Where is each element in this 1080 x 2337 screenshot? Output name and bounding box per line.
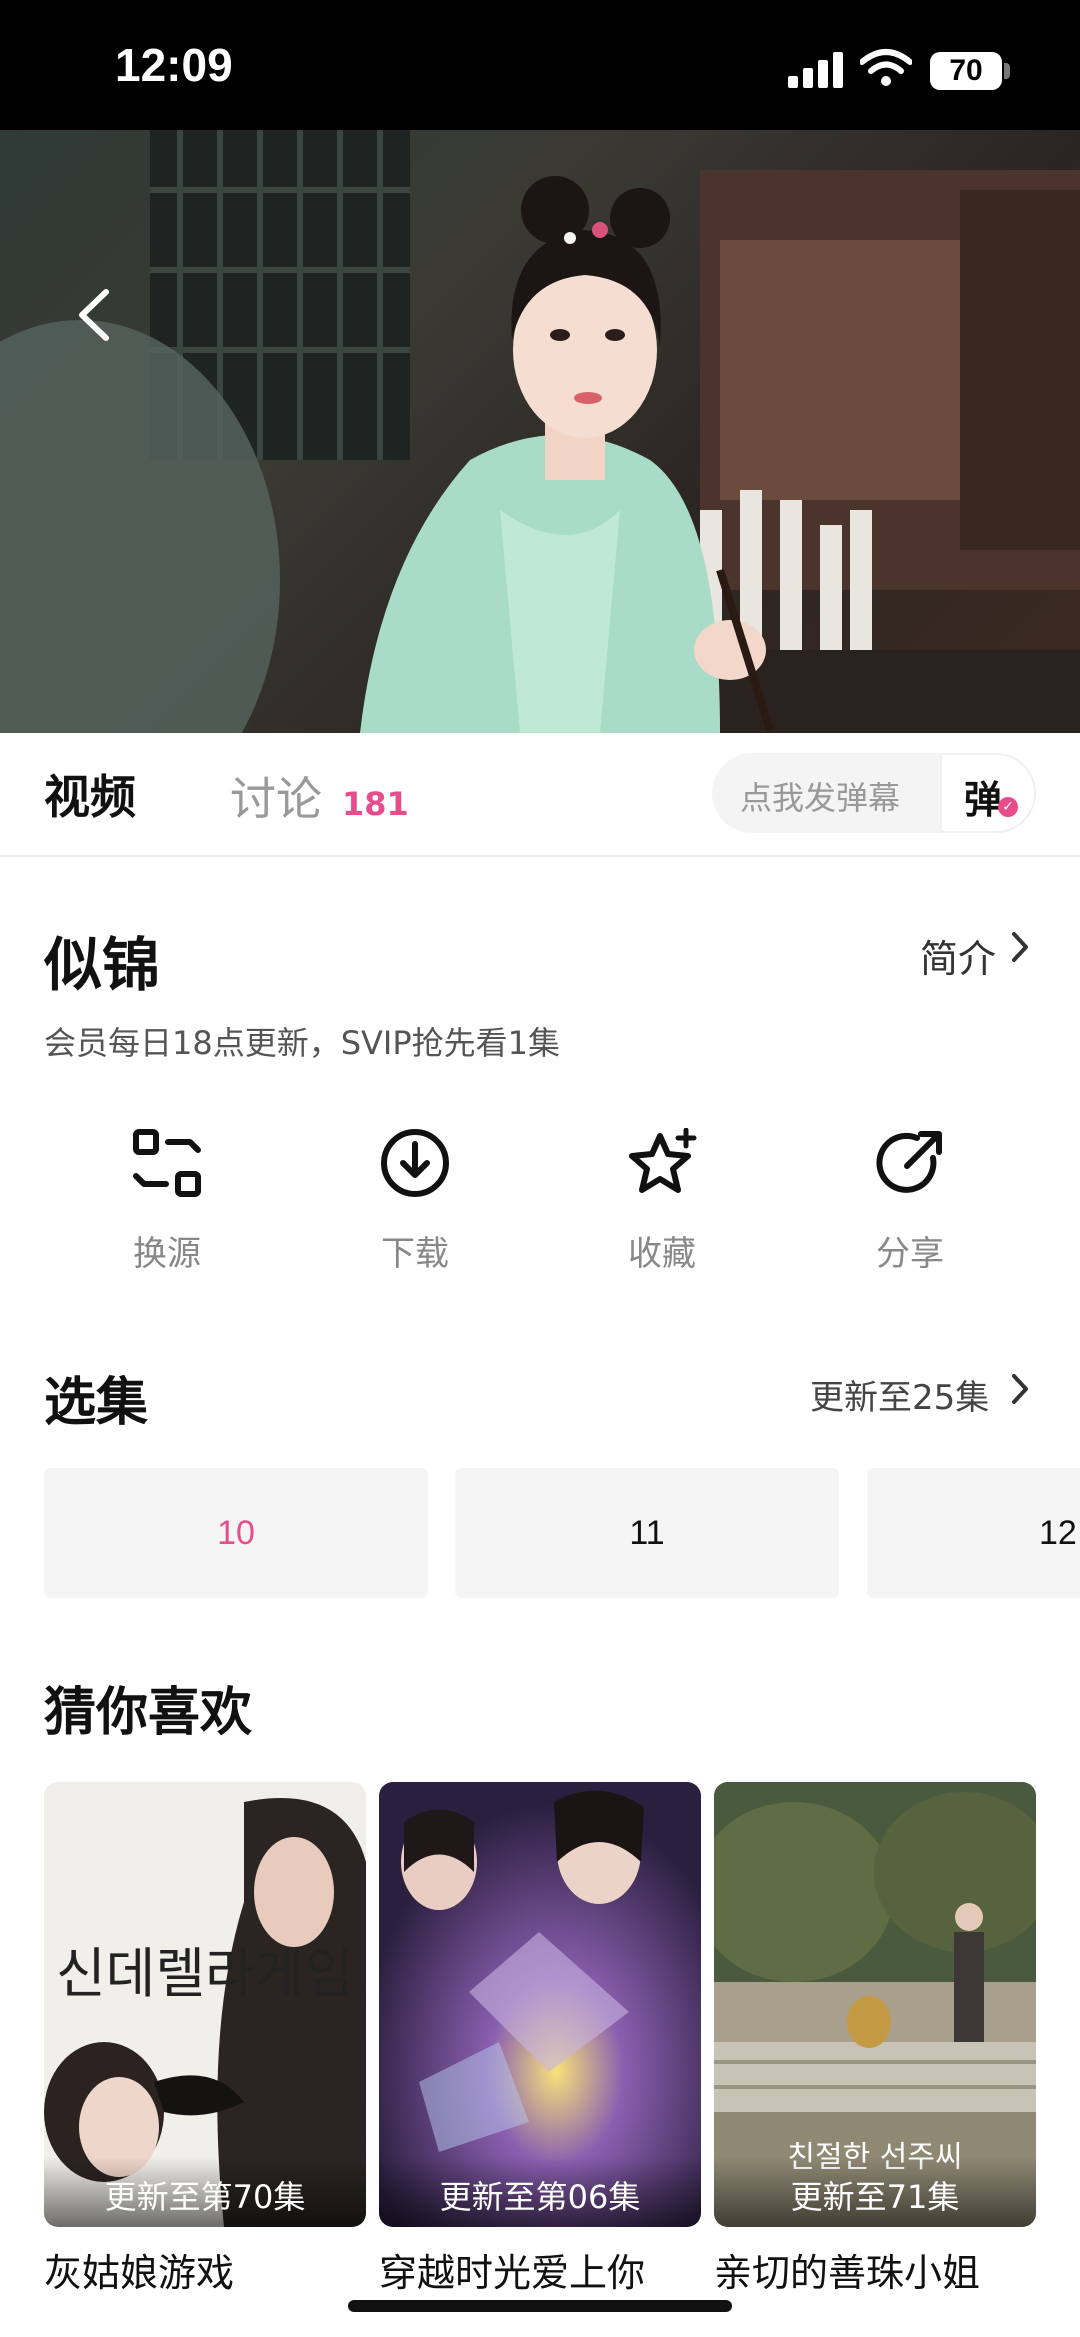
episode-item[interactable]: 12 [867,1468,1080,1598]
status-bar: 12:09 70 [0,0,1080,130]
episode-item[interactable]: 10 [44,1468,428,1598]
cellular-signal-icon [788,52,843,88]
recommend-card[interactable]: 更新至第06集 [379,1782,701,2227]
back-arrow-icon[interactable] [72,288,116,342]
wifi-icon [860,49,912,86]
share-icon [876,1131,942,1193]
episodes-update-link[interactable]: 更新至25集 [810,1370,989,1419]
danmu-toggle-label: 弹 [964,778,1003,822]
discussion-count-badge: 181 [342,785,409,823]
poster-title-text: 신데렐라게임 [56,1942,354,2005]
recommend-card[interactable]: 신데렐라게임 更新至第70集 [44,1782,366,2227]
switch-source-button[interactable]: 换源 [67,1128,267,1275]
update-badge: 更新至第06集 [379,2157,701,2227]
favorite-button[interactable]: 收藏 [562,1128,762,1275]
switch-source-label: 换源 [133,1234,201,1274]
star-icon [629,1128,697,1193]
download-button[interactable]: 下载 [315,1128,515,1275]
danmu-input-bar[interactable]: 点我发弹幕 弹 ✓ [712,753,1036,833]
danmu-placeholder[interactable]: 点我发弹幕 [740,773,900,819]
share-button[interactable]: 分享 [810,1128,1010,1275]
chevron-right-icon[interactable] [1010,1372,1030,1406]
download-icon [381,1129,449,1197]
status-time: 12:09 [115,39,233,91]
show-title: 似锦 [44,931,161,999]
share-label: 分享 [876,1234,944,1274]
switch-source-icon [133,1129,201,1197]
battery-indicator: 70 [930,52,1002,90]
video-frame-image [0,130,1080,733]
episode-item[interactable]: 11 [455,1468,839,1598]
recommend-card[interactable]: 친절한 선주씨 更新至71集 [714,1782,1036,2227]
tab-video[interactable]: 视频 [44,761,136,827]
update-badge: 更新至第70集 [44,2157,366,2227]
check-badge-icon: ✓ [998,797,1018,817]
recommend-title[interactable]: 亲切的善珠小姐 [714,2242,980,2297]
download-label: 下载 [381,1234,449,1274]
favorite-label: 收藏 [628,1234,696,1274]
battery-tip [1004,63,1010,79]
recommend-title[interactable]: 灰姑娘游戏 [44,2242,234,2297]
home-indicator[interactable] [348,2300,732,2312]
danmu-toggle-button[interactable]: 弹 ✓ [940,753,1036,833]
video-player[interactable] [0,130,1080,733]
tab-discussion[interactable]: 讨论 [230,763,322,829]
recommend-section-title: 猜你喜欢 [44,1683,253,1743]
update-schedule-text: 会员每日18点更新，SVIP抢先看1集 [44,1024,561,1062]
chevron-right-icon[interactable] [1010,930,1030,964]
content-tabs: 视频 讨论 181 点我发弹幕 弹 ✓ [0,733,1080,857]
episodes-section-title: 选集 [44,1373,149,1433]
intro-link[interactable]: 简介 [920,928,996,983]
update-badge: 更新至71集 [714,2157,1036,2227]
recommend-title[interactable]: 穿越时光爱上你 [379,2242,645,2297]
